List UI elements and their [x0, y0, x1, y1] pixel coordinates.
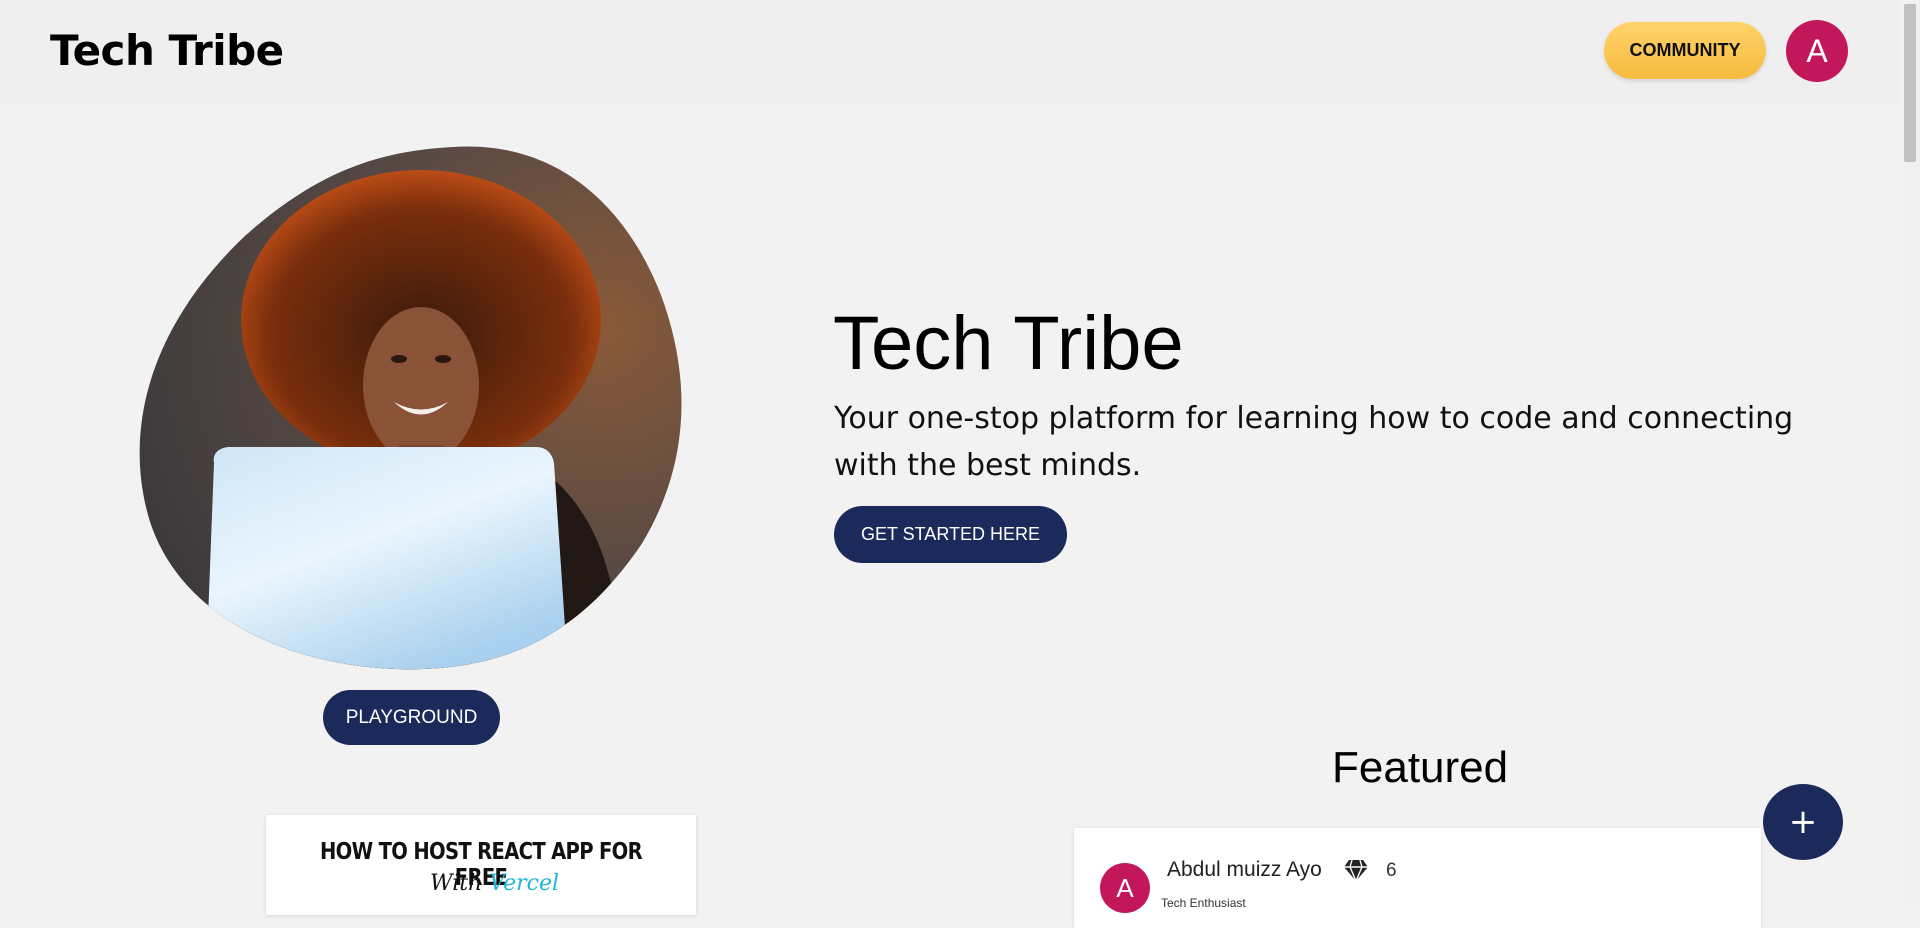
post-author-name[interactable]: Abdul muizz Ayo [1167, 858, 1322, 882]
get-started-button[interactable]: GET STARTED HERE [834, 506, 1067, 563]
user-avatar[interactable]: A [1786, 20, 1848, 82]
site-logo[interactable]: Tech Tribe [50, 26, 284, 75]
gem-icon [1344, 859, 1368, 882]
post-points-count: 6 [1386, 860, 1397, 881]
page-scrollbar[interactable] [1900, 0, 1920, 902]
scrollbar-thumb[interactable] [1904, 4, 1916, 162]
playground-button[interactable]: PLAYGROUND [323, 690, 500, 745]
featured-post-card[interactable]: A Abdul muizz Ayo 6 Tech Enthusiast [1074, 828, 1761, 928]
add-post-button[interactable]: + [1763, 784, 1843, 860]
blog-card-subtitle: With Vercel [430, 871, 559, 896]
community-button[interactable]: COMMUNITY [1604, 22, 1766, 79]
blog-card-with-text: With [430, 871, 483, 896]
blog-card-brand-text: Vercel [489, 871, 560, 896]
hero-image [139, 146, 682, 670]
top-nav-bar: Tech Tribe COMMUNITY A [0, 0, 1900, 104]
featured-heading: Featured [1332, 743, 1509, 792]
hero-subtitle: Your one-stop platform for learning how … [834, 401, 1794, 483]
blog-post-card[interactable]: HOW TO HOST REACT APP FOR FREE With Verc… [266, 815, 696, 915]
post-author-role: Tech Enthusiast [1161, 896, 1246, 910]
hero-title: Tech Tribe [833, 301, 1184, 386]
post-author-avatar[interactable]: A [1100, 863, 1150, 913]
